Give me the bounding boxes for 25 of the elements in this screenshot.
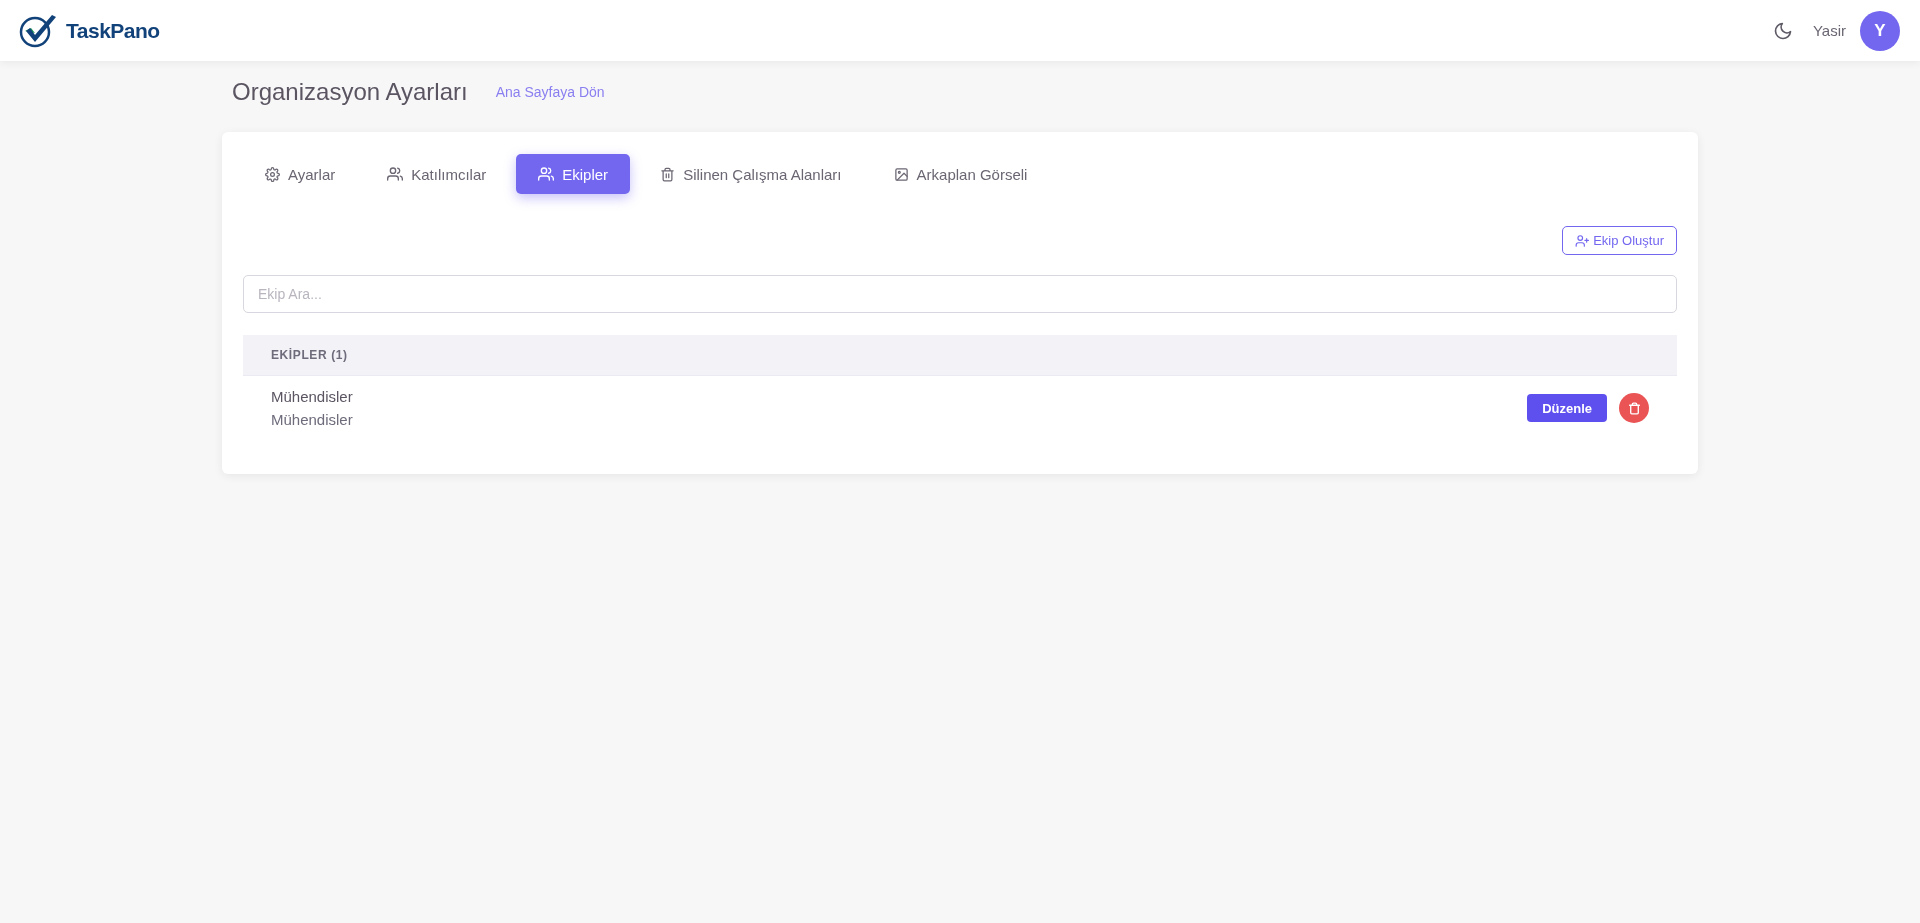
back-home-link[interactable]: Ana Sayfaya Dön	[495, 84, 605, 100]
settings-tab[interactable]: Ekipler	[516, 154, 631, 194]
team-name: Mühendisler	[271, 388, 353, 405]
user-name[interactable]: Yasir	[1812, 22, 1846, 39]
users-icon	[387, 166, 404, 182]
add-user-icon	[1575, 233, 1590, 248]
page-title: Organizasyon Ayarları	[232, 78, 468, 106]
trash-icon	[1627, 401, 1641, 415]
settings-tab[interactable]: Arkaplan Görseli	[871, 154, 1050, 194]
team-search-field[interactable]: Ekip Ara...	[243, 275, 1677, 313]
table-header: EKİPLER (1)	[243, 335, 1677, 376]
team-description: Mühendisler	[271, 411, 353, 428]
delete-button[interactable]	[1619, 393, 1649, 423]
gear-icon	[265, 166, 280, 182]
edit-button[interactable]: Düzenle	[1527, 394, 1607, 422]
create-team-button[interactable]: Ekip Oluştur	[1562, 226, 1677, 255]
settings-tab[interactable]: Katılımcılar	[365, 154, 509, 194]
user-avatar[interactable]: Y	[1860, 10, 1900, 51]
moon-icon[interactable]	[1772, 20, 1793, 41]
settings-tab[interactable]: Ayarlar	[243, 154, 358, 194]
settings-tab[interactable]: Silinen Çalışma Alanları	[638, 154, 864, 194]
app-logo[interactable]: TaskPano	[66, 18, 160, 43]
image-icon	[893, 166, 909, 182]
trash-icon	[660, 166, 676, 182]
users-icon	[538, 166, 555, 182]
